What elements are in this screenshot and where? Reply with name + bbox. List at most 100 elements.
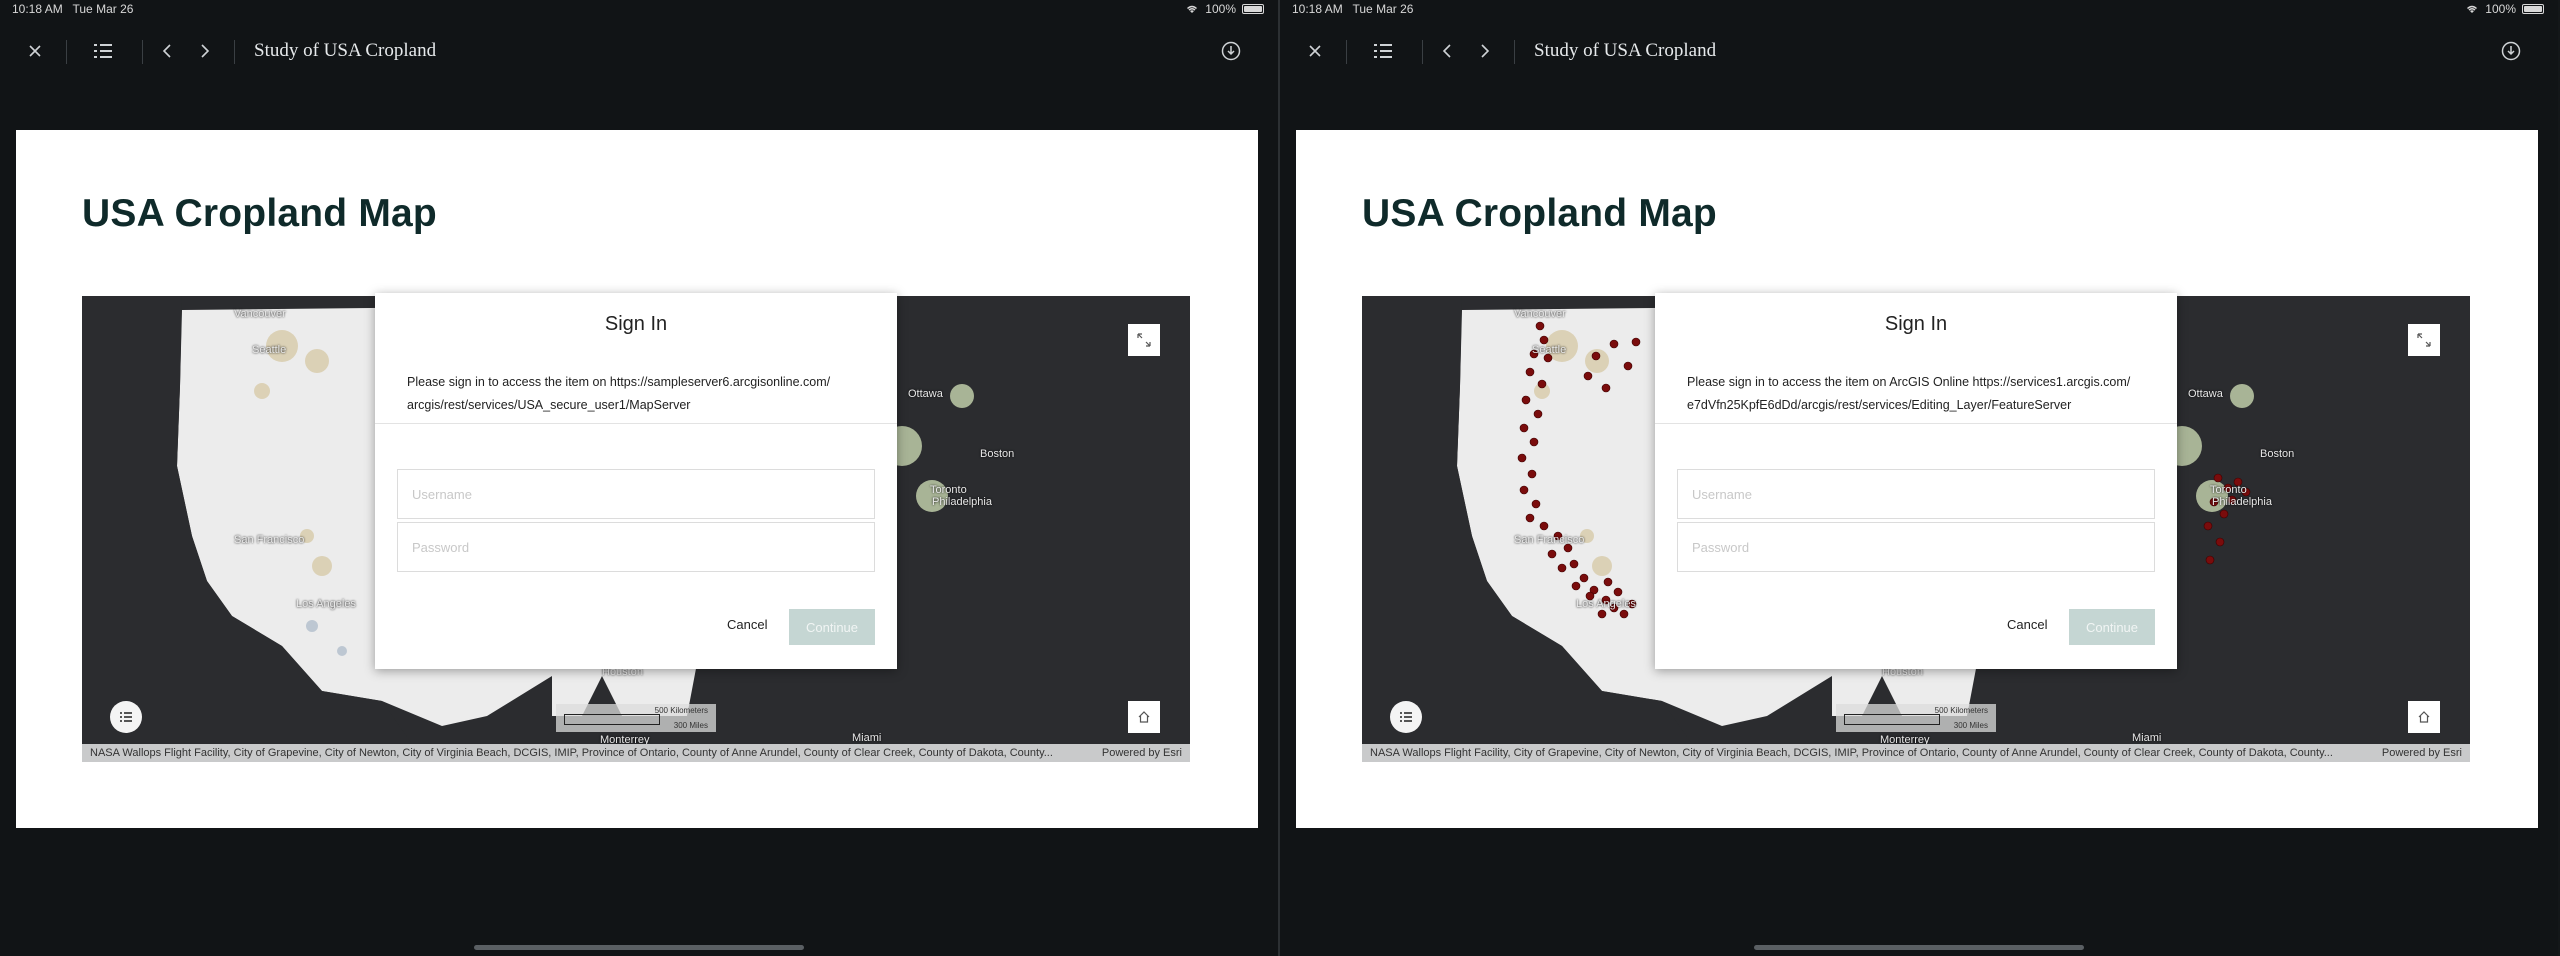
battery-percent: 100% bbox=[2485, 2, 2516, 16]
toolbar-separator bbox=[1422, 40, 1423, 64]
username-input[interactable] bbox=[1677, 469, 2155, 519]
map-label-toronto: Toronto bbox=[2210, 484, 2247, 496]
map-label-ottawa: Ottawa bbox=[908, 388, 943, 400]
app-toolbar: Study of USA Cropland bbox=[0, 28, 1278, 74]
home-extent-button[interactable] bbox=[2408, 701, 2440, 733]
powered-by-esri[interactable]: Powered by Esri bbox=[2375, 747, 2462, 759]
legend-button[interactable] bbox=[1390, 701, 1422, 733]
map-label-philadelphia: Philadelphia bbox=[932, 496, 992, 508]
wifi-icon bbox=[1187, 5, 1198, 13]
right-app-panel: 10:18 AM Tue Mar 26 100% Study of USA Cr… bbox=[1280, 0, 2558, 956]
battery-percent: 100% bbox=[1205, 2, 1236, 16]
expand-map-button[interactable] bbox=[2408, 324, 2440, 356]
next-button[interactable] bbox=[1470, 36, 1500, 66]
list-icon bbox=[1374, 44, 1392, 58]
expand-icon bbox=[2417, 333, 2431, 347]
password-input[interactable] bbox=[397, 522, 875, 572]
cancel-button[interactable]: Cancel bbox=[727, 617, 767, 632]
info-button[interactable] bbox=[2496, 36, 2526, 66]
dialog-divider bbox=[1655, 423, 2177, 424]
wifi-icon bbox=[2467, 5, 2478, 13]
battery-icon bbox=[1242, 4, 1264, 14]
scale-mi-label: 300 Miles bbox=[673, 721, 708, 730]
info-icon bbox=[2501, 41, 2521, 61]
legend-icon bbox=[120, 712, 132, 722]
username-input[interactable] bbox=[397, 469, 875, 519]
attribution-text: NASA Wallops Flight Facility, City of Gr… bbox=[1370, 747, 2333, 759]
toolbar-separator bbox=[66, 40, 67, 64]
map-attribution: NASA Wallops Flight Facility, City of Gr… bbox=[1362, 744, 2470, 762]
close-button[interactable] bbox=[1300, 36, 1330, 66]
map-label-philadelphia: Philadelphia bbox=[2212, 496, 2272, 508]
scale-bar-mi-line bbox=[1844, 719, 1940, 725]
status-right: 100% bbox=[1185, 2, 1264, 16]
contents-button[interactable] bbox=[1368, 36, 1398, 66]
chevron-right-icon bbox=[1481, 44, 1490, 58]
dialog-message: Please sign in to access the item on htt… bbox=[407, 371, 877, 417]
dialog-message-line: arcgis/rest/services/USA_secure_user1/Ma… bbox=[407, 398, 691, 412]
next-button[interactable] bbox=[190, 36, 220, 66]
expand-icon bbox=[1137, 333, 1151, 347]
map-label-monterrey: Monterrey bbox=[600, 734, 650, 744]
map-label-seattle: Seattle bbox=[252, 344, 287, 356]
map-label-ottawa: Ottawa bbox=[2188, 388, 2223, 400]
chevron-left-icon bbox=[162, 44, 171, 58]
slide-title: USA Cropland Map bbox=[82, 192, 437, 235]
app-toolbar: Study of USA Cropland bbox=[1280, 28, 2558, 74]
map-label-boston: Boston bbox=[980, 448, 1015, 460]
slide-title: USA Cropland Map bbox=[1362, 192, 1717, 235]
toolbar-separator bbox=[234, 40, 235, 64]
map-label-vancouver: Vancouver bbox=[234, 308, 286, 320]
map-label-toronto: Toronto bbox=[930, 484, 967, 496]
dialog-message-line: Please sign in to access the item on htt… bbox=[407, 375, 831, 389]
dialog-message-line: Please sign in to access the item on Arc… bbox=[1687, 375, 2131, 389]
previous-button[interactable] bbox=[1432, 36, 1462, 66]
home-indicator[interactable] bbox=[474, 945, 804, 950]
info-icon bbox=[1221, 41, 1241, 61]
map-label-monterrey: Monterrey bbox=[1880, 734, 1930, 744]
chevron-left-icon bbox=[1442, 44, 1451, 58]
password-input[interactable] bbox=[1677, 522, 2155, 572]
split-screen: 10:18 AM Tue Mar 26 100% Study of USA Cr… bbox=[0, 0, 2560, 956]
info-button[interactable] bbox=[1216, 36, 1246, 66]
powered-by-esri[interactable]: Powered by Esri bbox=[1095, 747, 1182, 759]
map-label-los-angeles: Los Angeles bbox=[296, 598, 356, 610]
sign-in-dialog: Sign In Please sign in to access the ite… bbox=[1655, 293, 2177, 669]
contents-button[interactable] bbox=[88, 36, 118, 66]
story-title: Study of USA Cropland bbox=[254, 40, 437, 61]
continue-button[interactable]: Continue bbox=[789, 609, 875, 645]
home-indicator[interactable] bbox=[1754, 945, 2084, 950]
cancel-button[interactable]: Cancel bbox=[2007, 617, 2047, 632]
map-label-miami: Miami bbox=[2132, 732, 2162, 744]
close-button[interactable] bbox=[20, 36, 50, 66]
home-icon bbox=[2418, 711, 2430, 723]
home-icon bbox=[1138, 711, 1150, 723]
map-label-miami: Miami bbox=[852, 732, 882, 744]
attribution-text: NASA Wallops Flight Facility, City of Gr… bbox=[90, 747, 1053, 759]
dialog-title: Sign In bbox=[1884, 313, 1948, 335]
list-icon bbox=[94, 44, 112, 58]
legend-button[interactable] bbox=[110, 701, 142, 733]
toolbar-separator bbox=[1514, 40, 1515, 64]
dialog-divider bbox=[375, 423, 897, 424]
chevron-right-icon bbox=[201, 44, 210, 58]
map-label-san-francisco: San Francisco bbox=[1514, 534, 1585, 546]
scale-km-label: 500 Kilometers bbox=[654, 706, 708, 715]
status-time: 10:18 AM Tue Mar 26 bbox=[1292, 2, 1414, 16]
status-time: 10:18 AM Tue Mar 26 bbox=[12, 2, 134, 16]
scale-bar: 500 Kilometers 300 Miles bbox=[556, 704, 716, 732]
continue-button[interactable]: Continue bbox=[2069, 609, 2155, 645]
close-icon bbox=[29, 45, 41, 57]
toolbar-separator bbox=[142, 40, 143, 64]
scale-bar-mi-line bbox=[564, 719, 660, 725]
slide-card: USA Cropland Map Vancouver Seattle San F… bbox=[16, 130, 1258, 828]
home-extent-button[interactable] bbox=[1128, 701, 1160, 733]
status-bar: 10:18 AM Tue Mar 26 100% bbox=[1280, 0, 2558, 18]
previous-button[interactable] bbox=[152, 36, 182, 66]
map-attribution: NASA Wallops Flight Facility, City of Gr… bbox=[82, 744, 1190, 762]
status-right: 100% bbox=[2465, 2, 2544, 16]
map-label-los-angeles: Los Angeles bbox=[1576, 598, 1636, 610]
slide-card: USA Cropland Map Vancouver Seattle San F… bbox=[1296, 130, 2538, 828]
status-bar: 10:18 AM Tue Mar 26 100% bbox=[0, 0, 1278, 18]
expand-map-button[interactable] bbox=[1128, 324, 1160, 356]
